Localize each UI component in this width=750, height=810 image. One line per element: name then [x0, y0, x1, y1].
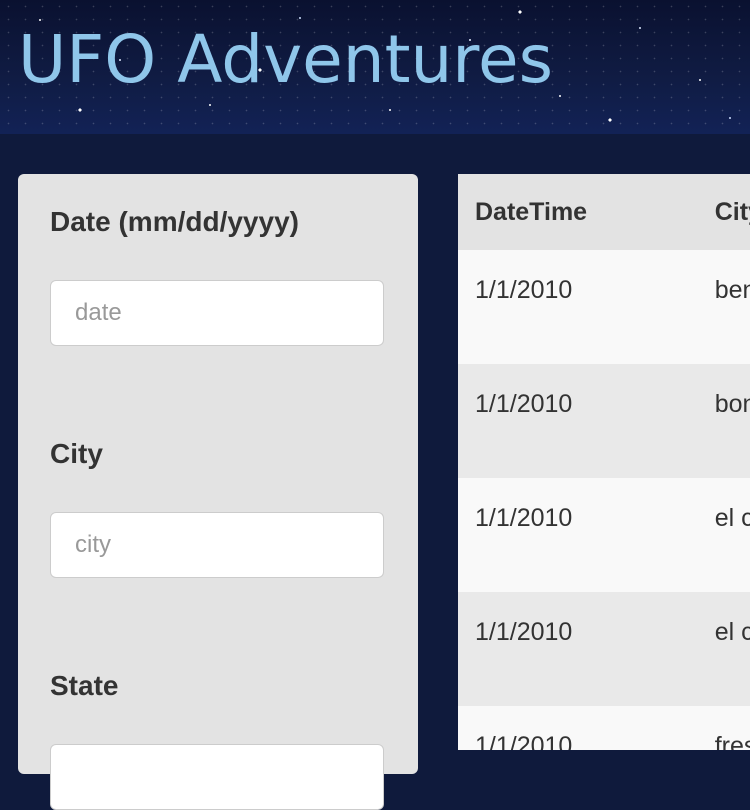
cell-datetime: 1/1/2010 — [475, 504, 573, 532]
site-title: UFO Adventures — [18, 21, 553, 98]
state-input[interactable] — [50, 744, 384, 810]
date-filter-label: Date (mm/dd/yyyy) — [50, 206, 299, 237]
cell-city: el cajon — [714, 504, 750, 532]
table-row: 1/1/2010 el cajon — [458, 478, 750, 592]
table-row: 1/1/2010 benton — [458, 250, 750, 364]
city-input[interactable] — [50, 512, 384, 578]
cell-city: el cajon — [714, 618, 750, 646]
date-input[interactable] — [50, 280, 384, 346]
cell-city: bonita — [714, 390, 750, 418]
header-banner: UFO Adventures — [0, 0, 750, 134]
cell-city: benton — [714, 276, 750, 304]
table-row: 1/1/2010 bonita — [458, 364, 750, 478]
ufo-sightings-table: DateTime City 1/1/2010 benton 1/1/2010 b… — [458, 174, 750, 750]
ufo-table-container[interactable]: DateTime City 1/1/2010 benton 1/1/2010 b… — [458, 174, 750, 750]
filter-panel: Date (mm/dd/yyyy) City State — [18, 174, 418, 810]
cell-datetime: 1/1/2010 — [475, 618, 573, 646]
table-header-row: DateTime City — [458, 174, 750, 250]
cell-city: fresno — [714, 732, 750, 750]
cell-datetime: 1/1/2010 — [475, 732, 573, 750]
cell-datetime: 1/1/2010 — [475, 390, 573, 418]
table-row: 1/1/2010 el cajon — [458, 592, 750, 706]
column-header-datetime[interactable]: DateTime — [458, 174, 698, 250]
column-header-city[interactable]: City — [698, 174, 750, 250]
cell-datetime: 1/1/2010 — [475, 276, 573, 304]
table-row: 1/1/2010 fresno — [458, 706, 750, 750]
city-filter-label: City — [50, 438, 103, 469]
state-filter-label: State — [50, 670, 119, 701]
